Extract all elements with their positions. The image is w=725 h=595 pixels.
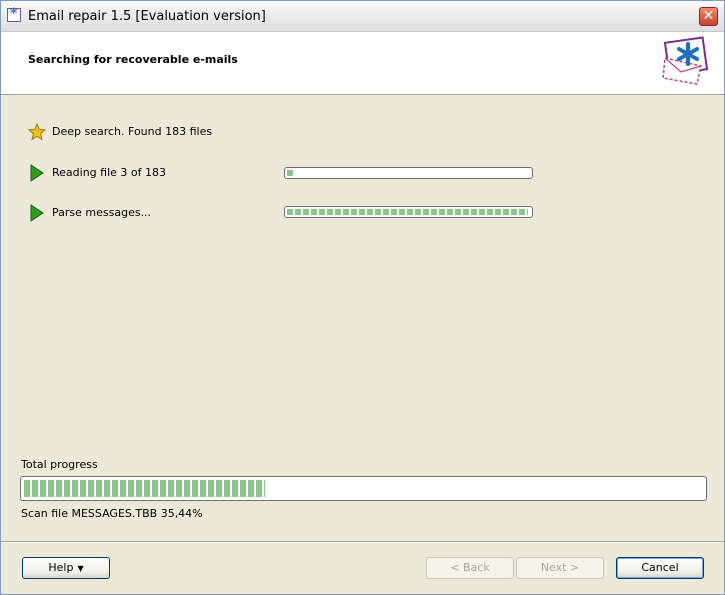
- email-repair-logo-icon: [662, 36, 709, 85]
- status-text: Parse messages...: [52, 206, 152, 219]
- file-progress-fill: [287, 170, 293, 176]
- star-icon: [28, 123, 46, 141]
- parse-progress-bar: [284, 206, 533, 218]
- total-progress-bar: [20, 476, 707, 501]
- cancel-button[interactable]: Cancel: [616, 557, 704, 579]
- help-button-label: Help: [48, 561, 74, 574]
- footer-separator: [1, 541, 724, 543]
- chevron-down-icon: ▼: [77, 564, 84, 573]
- app-icon: [7, 6, 21, 22]
- parse-progress-fill: [287, 209, 528, 215]
- title-bar[interactable]: Email repair 1.5 [Evaluation version] ✕: [1, 1, 724, 32]
- main-window: Email repair 1.5 [Evaluation version] ✕ …: [0, 0, 725, 595]
- window-title: Email repair 1.5 [Evaluation version]: [28, 9, 266, 24]
- status-text: Deep search. Found 183 files: [52, 125, 213, 138]
- total-progress-fill: [24, 480, 265, 497]
- back-button[interactable]: < Back: [426, 557, 514, 579]
- file-progress-bar: [284, 167, 533, 179]
- status-text: Reading file 3 of 183: [52, 166, 166, 179]
- next-button[interactable]: Next >: [516, 557, 604, 579]
- play-arrow-icon: [30, 164, 44, 182]
- help-button[interactable]: Help ▼: [22, 557, 110, 579]
- total-progress-label: Total progress: [21, 458, 98, 471]
- wizard-header: Searching for recoverable e-mails: [1, 32, 724, 95]
- close-button[interactable]: ✕: [699, 7, 718, 26]
- play-arrow-icon: [30, 204, 44, 222]
- scan-status-text: Scan file MESSAGES.TBB 35,44%: [21, 507, 203, 520]
- page-title: Searching for recoverable e-mails: [28, 53, 238, 66]
